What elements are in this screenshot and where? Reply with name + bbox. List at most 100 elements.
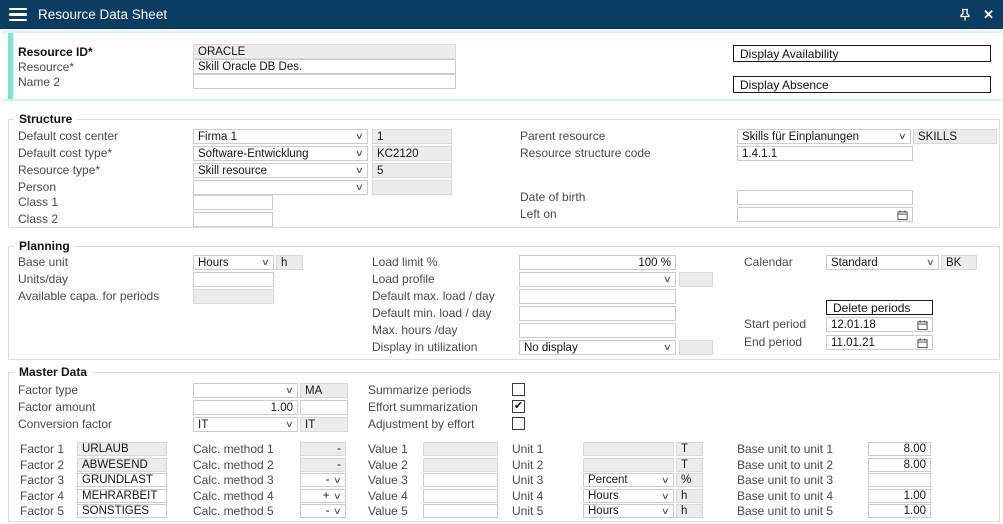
summarize-periods-label: Summarize periods [368, 383, 471, 398]
calendar-select[interactable]: Standard∨ [826, 255, 939, 270]
factor-1-label: Factor 1 [20, 442, 64, 457]
calc-method-2-field: - [300, 458, 346, 472]
calc-method-5-label: Calc. method 5 [193, 504, 274, 519]
load-profile-select[interactable]: ∨ [519, 272, 676, 287]
base-unit-to-unit-3-label: Base unit to unit 3 [737, 473, 833, 488]
title-bar: Resource Data Sheet ✕ [0, 0, 1003, 29]
person-select[interactable]: ∨ [193, 180, 368, 195]
max-load-label: Default max. load / day [372, 289, 495, 304]
base-unit-to-unit-2-label: Base unit to unit 2 [737, 458, 833, 473]
check-icon: ✔ [514, 401, 523, 412]
calc-method-3-select[interactable]: -∨ [300, 473, 346, 487]
display-availability-button[interactable]: Display Availability [733, 45, 991, 62]
chevron-down-icon: ∨ [285, 420, 294, 429]
parent-resource-label: Parent resource [520, 129, 605, 144]
value-1-label: Value 1 [368, 442, 408, 457]
close-icon[interactable]: ✕ [983, 7, 994, 23]
start-period-field[interactable]: 12.01.18 [826, 317, 933, 332]
date-of-birth-field[interactable] [737, 190, 913, 205]
base-unit-to-unit-4-label: Base unit to unit 4 [737, 489, 833, 504]
effort-summarization-checkbox[interactable]: ✔ [512, 400, 525, 413]
value-3-label: Value 3 [368, 473, 408, 488]
chevron-down-icon: ∨ [355, 149, 364, 158]
adjustment-by-effort-label: Adjustment by effort [368, 417, 475, 432]
factor-3-field[interactable]: GRUNDLAST [77, 473, 167, 487]
max-hours-field[interactable] [519, 323, 676, 338]
cost-type-label: Default cost type* [18, 146, 112, 161]
delete-periods-button[interactable]: Delete periods [826, 300, 933, 315]
factor-amount-field[interactable]: 1.00 [193, 400, 298, 415]
conversion-factor-label: Conversion factor [18, 417, 112, 432]
calendar-icon[interactable] [897, 209, 908, 221]
value-2-label: Value 2 [368, 458, 408, 473]
conversion-factor-code-field: IT [300, 417, 348, 432]
base-unit-to-unit-4-field[interactable]: 1.00 [868, 489, 931, 503]
left-on-field[interactable] [737, 207, 913, 222]
units-day-field[interactable] [193, 272, 274, 287]
calc-method-1-field: - [300, 442, 346, 456]
resource-type-select[interactable]: Skill resource∨ [193, 163, 368, 178]
base-unit-to-unit-2-field[interactable]: 8.00 [868, 458, 931, 472]
value-4-field[interactable] [423, 489, 498, 503]
accent-line-top [2, 31, 1002, 33]
factor-5-field[interactable]: SONSTIGES [77, 504, 167, 518]
calendar-icon[interactable] [917, 319, 928, 331]
factor-type-select[interactable]: ∨ [193, 383, 298, 398]
cost-type-select[interactable]: Software-Entwicklung∨ [193, 146, 368, 161]
unit-3-select[interactable]: Percent∨ [583, 473, 674, 487]
base-unit-to-unit-1-label: Base unit to unit 1 [737, 442, 833, 457]
max-hours-label: Max. hours /day [372, 323, 457, 338]
load-limit-field[interactable]: 100 % [519, 255, 676, 270]
value-3-field[interactable] [423, 473, 498, 487]
calendar-label: Calendar [744, 255, 793, 270]
resource-name-field[interactable]: Skill Oracle DB Des. [193, 59, 456, 74]
end-period-field[interactable]: 11.01.21 [826, 335, 933, 350]
unit-4-code-field: h [676, 489, 703, 503]
unit-5-code-field: h [676, 504, 703, 518]
factor-amount-label: Factor amount [18, 400, 95, 415]
display-util-label: Display in utilization [372, 340, 477, 355]
factor-5-label: Factor 5 [20, 504, 64, 519]
class1-field[interactable] [193, 195, 273, 210]
min-load-field[interactable] [519, 306, 676, 321]
max-load-field[interactable] [519, 289, 676, 304]
calendar-icon[interactable] [917, 337, 928, 349]
factor-4-field[interactable]: MEHRARBEIT [77, 489, 167, 503]
base-unit-to-unit-5-field[interactable]: 1.00 [868, 504, 931, 518]
unit-5-select[interactable]: Hours∨ [583, 504, 674, 518]
value-5-field[interactable] [423, 504, 498, 518]
display-absence-button[interactable]: Display Absence [733, 76, 991, 93]
chevron-down-icon: ∨ [261, 258, 270, 267]
cost-center-select[interactable]: Firma 1∨ [193, 129, 368, 144]
display-util-select[interactable]: No display∨ [519, 340, 676, 355]
unit-4-select[interactable]: Hours∨ [583, 489, 674, 503]
chevron-down-icon: ∨ [285, 386, 294, 395]
summarize-periods-checkbox[interactable] [512, 383, 525, 396]
class2-field[interactable] [193, 212, 273, 227]
menu-icon[interactable] [9, 8, 27, 21]
unit-3-label: Unit 3 [512, 473, 543, 488]
unit-4-label: Unit 4 [512, 489, 543, 504]
base-unit-to-unit-3-field[interactable] [868, 473, 931, 487]
factor-amount-extra-field[interactable] [300, 400, 348, 415]
adjustment-by-effort-checkbox[interactable] [512, 417, 525, 430]
base-unit-select[interactable]: Hours∨ [193, 255, 274, 270]
accent-bar-left [8, 33, 13, 99]
structure-code-field[interactable]: 1.4.1.1 [737, 146, 913, 161]
value-1-field [423, 442, 498, 456]
display-util-code-field [679, 340, 713, 355]
parent-resource-select[interactable]: Skills für Einplanungen∨ [737, 129, 911, 144]
conversion-factor-select[interactable]: IT∨ [193, 417, 298, 432]
factor-3-label: Factor 3 [20, 473, 64, 488]
calc-method-5-select[interactable]: -∨ [300, 504, 346, 518]
value-2-field [423, 458, 498, 472]
name2-field[interactable] [193, 74, 456, 89]
value-5-label: Value 5 [368, 504, 408, 519]
cost-type-code-field: KC2120 [372, 146, 452, 161]
base-unit-to-unit-1-field[interactable]: 8.00 [868, 442, 931, 456]
calc-method-4-select[interactable]: +∨ [300, 489, 346, 503]
pin-icon[interactable] [958, 7, 972, 22]
chevron-down-icon: ∨ [333, 476, 342, 485]
load-profile-code-field [679, 272, 713, 287]
calc-method-1-label: Calc. method 1 [193, 442, 274, 457]
